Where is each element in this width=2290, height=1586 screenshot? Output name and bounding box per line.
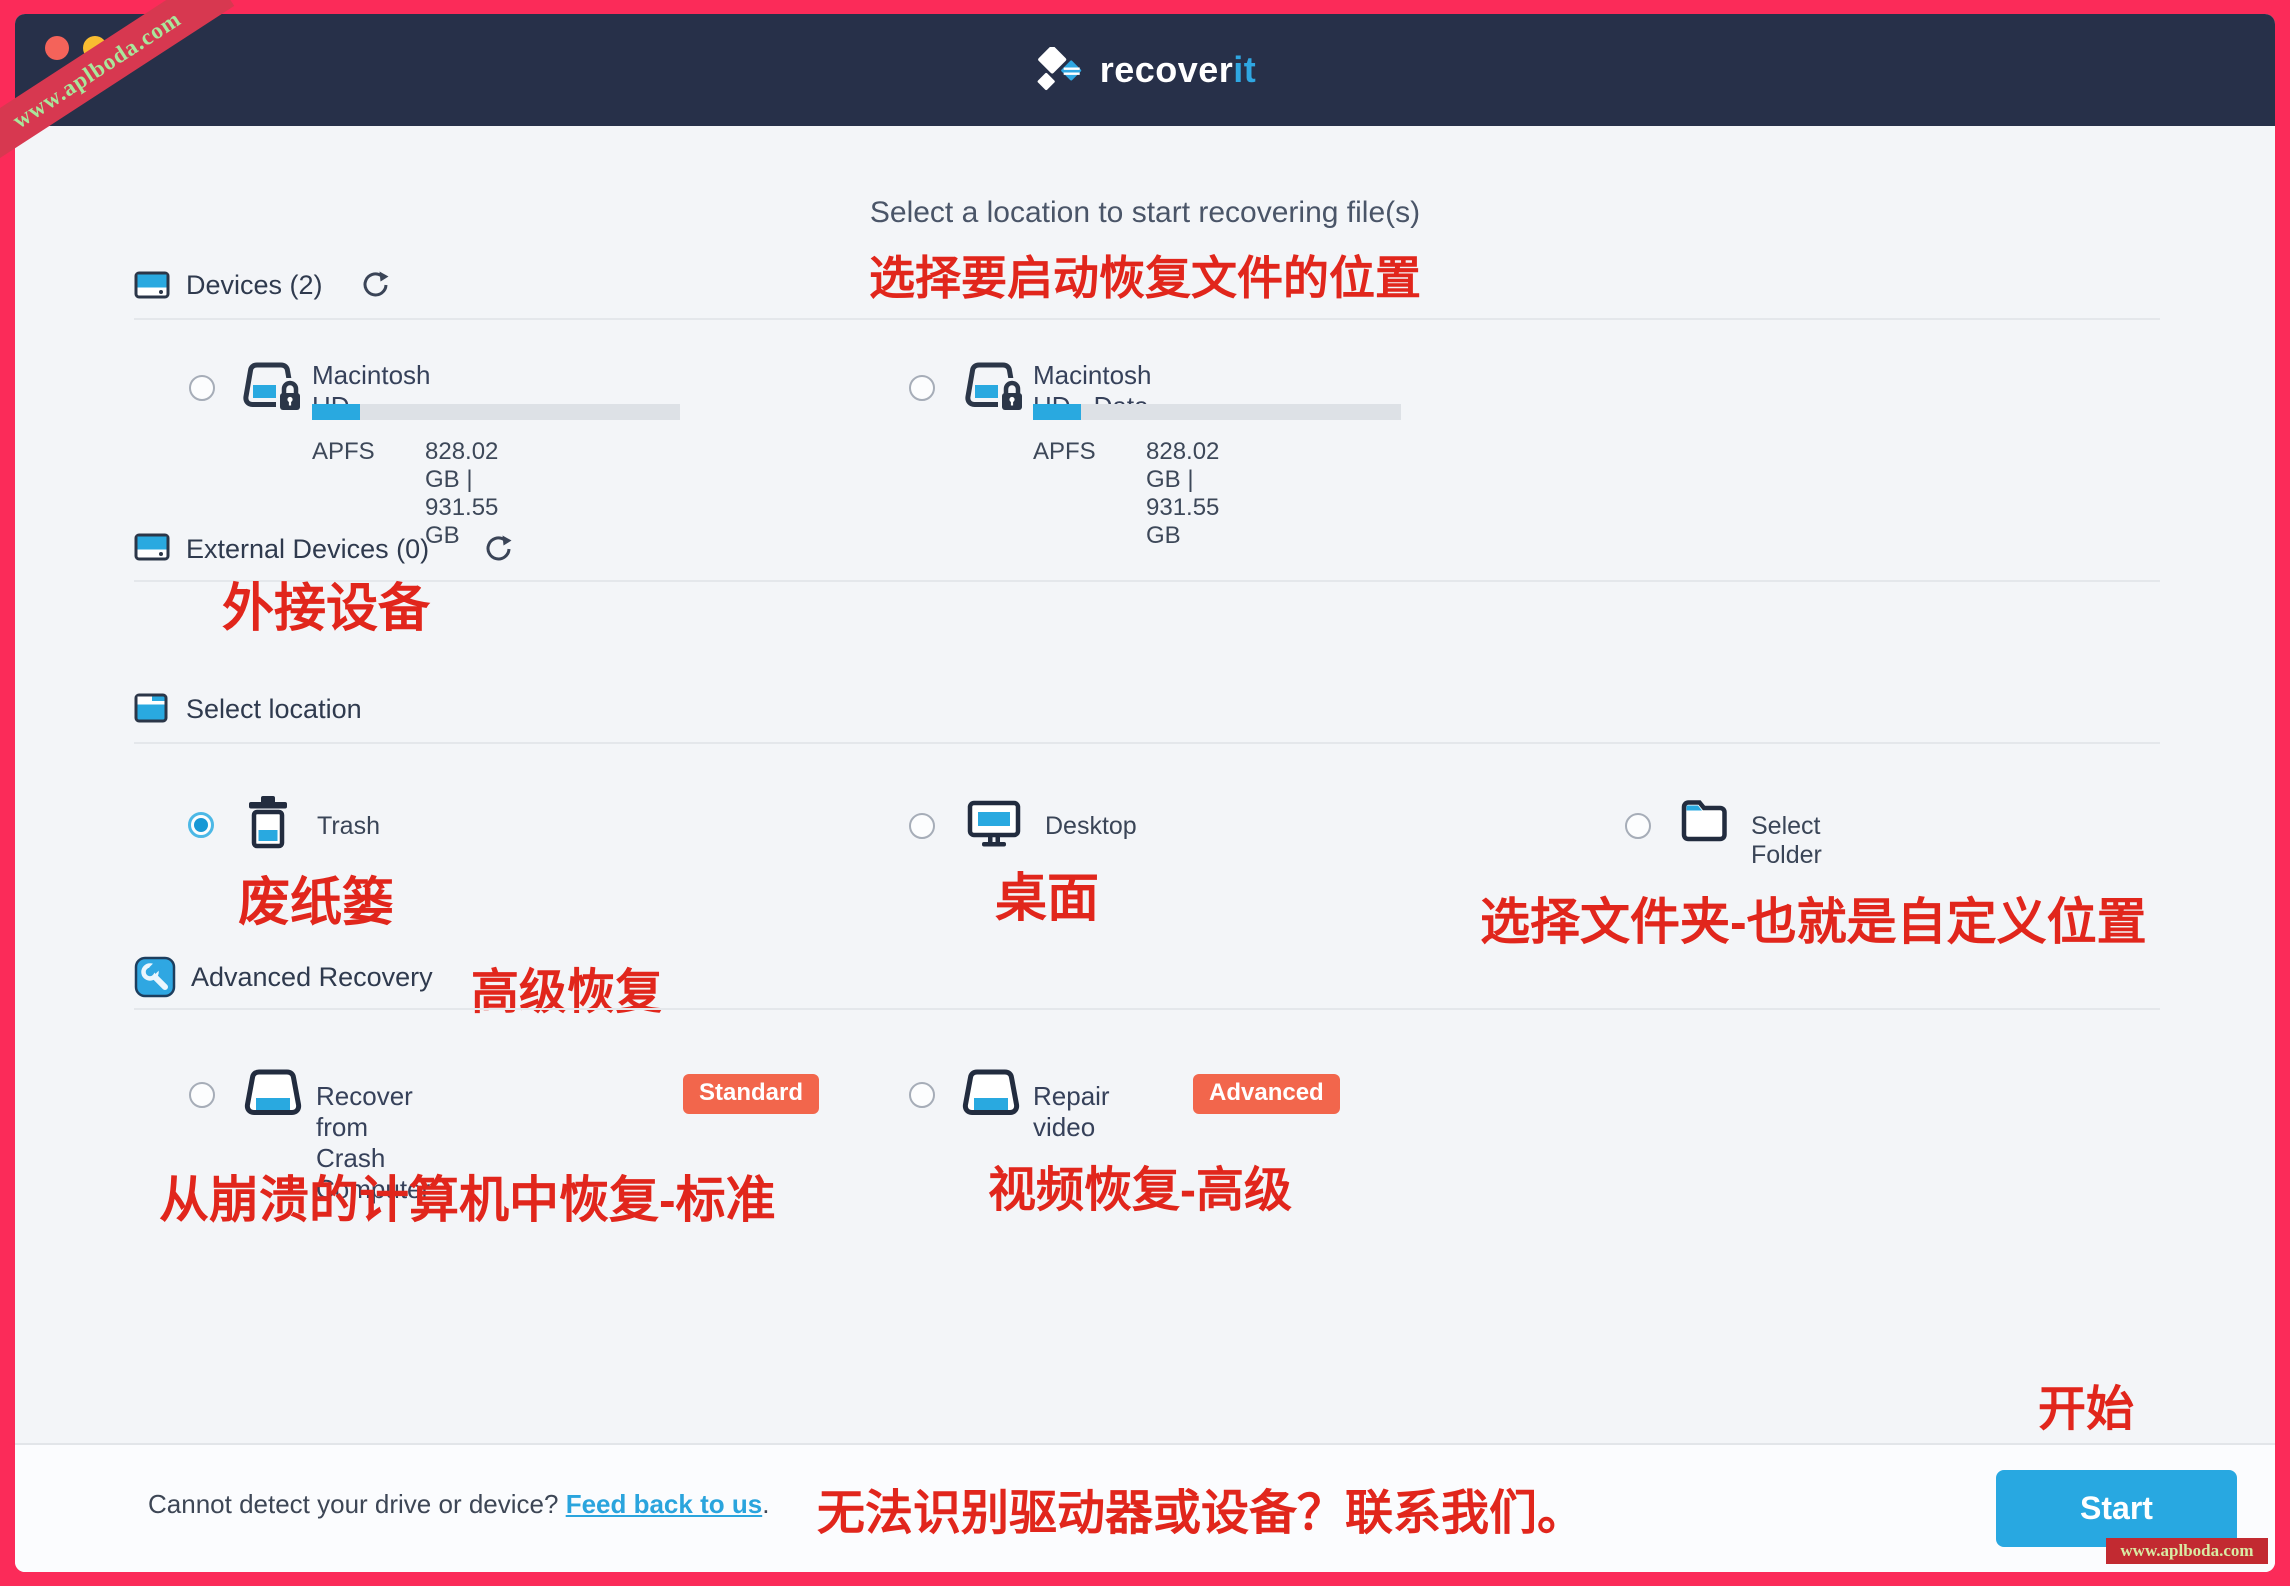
advanced-recovery-annotation: 高级恢复 — [471, 952, 663, 1022]
external-devices-divider — [134, 580, 2160, 582]
trash-annotation: 废纸篓 — [238, 860, 394, 935]
device-2-usage-bar — [1033, 404, 1401, 420]
watermark-corner: www.aplboda.com — [2106, 1538, 2268, 1564]
title-bar: recoverit — [15, 14, 2275, 126]
footer-annotation: 无法识别驱动器或设备？联系我们。 — [817, 1473, 1585, 1543]
advanced-recovery-section-label: Advanced Recovery — [191, 962, 433, 993]
feedback-link[interactable]: Feed back to us — [566, 1489, 763, 1519]
device-2-radio[interactable] — [909, 375, 935, 401]
close-window-button[interactable] — [45, 36, 69, 60]
app-window: recoverit Select a location to start rec… — [15, 14, 2275, 1572]
trash-radio[interactable] — [188, 812, 214, 838]
device-1-radio[interactable] — [189, 375, 215, 401]
trash-label: Trash — [317, 812, 380, 841]
devices-divider — [134, 318, 2160, 320]
locked-drive-icon — [240, 360, 302, 416]
external-devices-section-icon — [134, 532, 170, 562]
external-devices-refresh-icon[interactable] — [483, 534, 513, 564]
device-2-filesystem: APFS — [1033, 438, 1096, 466]
devices-section-label: Devices (2) — [186, 270, 323, 301]
desktop-label: Desktop — [1045, 812, 1137, 841]
select-folder-annotation: 选择文件夹-也就是自定义位置 — [1480, 882, 2147, 954]
advanced-badge: Advanced — [1193, 1074, 1340, 1114]
device-2-usage-fill — [1033, 404, 1081, 420]
footer-help-text: Cannot detect your drive or device? Feed… — [148, 1489, 769, 1520]
device-2-capacity: 828.02 GB | 931.55 GB — [1146, 438, 1219, 550]
external-devices-annotation: 外接设备 — [222, 566, 430, 641]
folder-icon — [1677, 798, 1727, 844]
standard-badge: Standard — [683, 1074, 819, 1114]
devices-refresh-icon[interactable] — [360, 270, 390, 300]
device-1-usage-bar — [312, 404, 680, 420]
footer-period: . — [762, 1489, 769, 1519]
crash-computer-annotation: 从崩溃的计算机中恢复-标准 — [159, 1160, 776, 1232]
select-location-section-label: Select location — [186, 694, 362, 725]
repair-video-annotation: 视频恢复-高级 — [988, 1150, 1292, 1220]
crash-computer-radio[interactable] — [189, 1082, 215, 1108]
desktop-annotation: 桌面 — [995, 856, 1099, 931]
repair-video-label: Repair video — [1033, 1081, 1110, 1143]
select-folder-label: Select Folder — [1751, 812, 1822, 870]
start-annotation: 开始 — [2038, 1369, 2134, 1439]
locked-drive-icon — [962, 360, 1024, 416]
watermark-corner-text: www.aplboda.com — [2120, 1541, 2253, 1561]
select-location-divider — [134, 742, 2160, 744]
trash-icon — [245, 794, 291, 850]
repair-video-drive-icon — [960, 1068, 1022, 1120]
external-devices-section-label: External Devices (0) — [186, 534, 429, 565]
device-1-usage-fill — [312, 404, 360, 420]
advanced-recovery-divider — [134, 1008, 2160, 1010]
repair-video-radio[interactable] — [909, 1082, 935, 1108]
advanced-recovery-section-icon — [134, 956, 176, 998]
app-logo-text: recoverit — [1100, 49, 1257, 91]
desktop-radio[interactable] — [909, 813, 935, 839]
start-button[interactable]: Start — [1996, 1470, 2237, 1547]
title-annotation: 选择要启动恢复文件的位置 — [15, 242, 2275, 308]
footer-question: Cannot detect your drive or device? — [148, 1489, 566, 1519]
crash-computer-drive-icon — [242, 1068, 304, 1120]
select-folder-radio[interactable] — [1625, 813, 1651, 839]
page-title: Select a location to start recovering fi… — [15, 196, 2275, 230]
select-location-section-icon — [134, 692, 168, 724]
footer-bar: Cannot detect your drive or device? Feed… — [15, 1443, 2275, 1572]
devices-section-icon — [134, 270, 170, 300]
recoverit-logo-icon — [1034, 47, 1086, 93]
app-logo: recoverit — [1034, 47, 1257, 93]
device-1-filesystem: APFS — [312, 438, 375, 466]
desktop-icon — [967, 800, 1021, 848]
